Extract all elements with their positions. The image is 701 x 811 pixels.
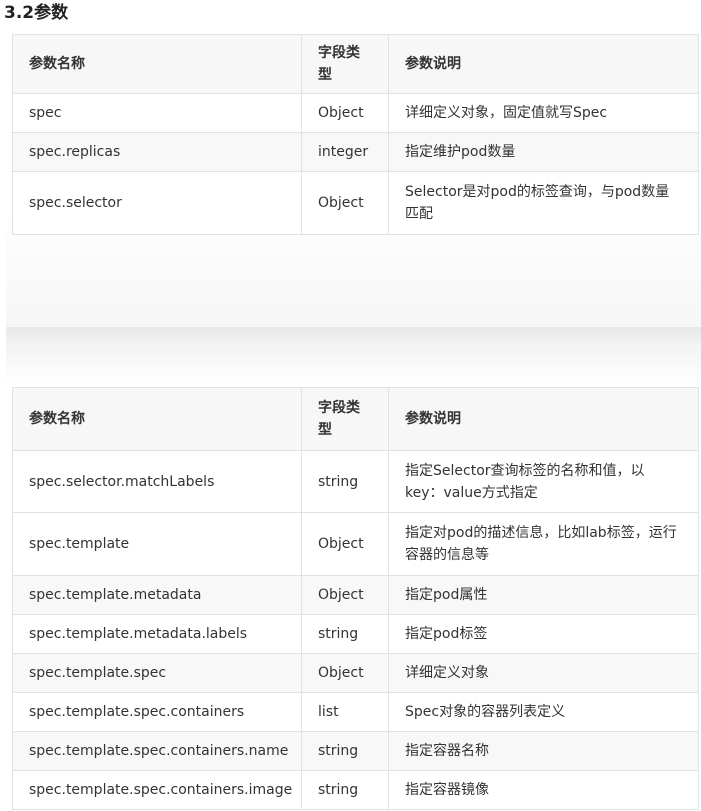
param-type-cell: Object [301, 575, 389, 615]
param-name-cell: spec.replicas [12, 132, 302, 172]
param-name-cell: spec.template.metadata.labels [12, 614, 302, 654]
table-row: spec.template.spec.containers.image stri… [12, 770, 699, 810]
params-table-1: 参数名称 字段类型 参数说明 spec Object 详细定义对象，固定值就写S… [12, 34, 699, 235]
param-name-cell: spec.template.spec.containers [12, 692, 302, 732]
table-row: spec.template.spec.containers list Spec对… [12, 692, 699, 732]
table-row: spec.template.metadata.labels string 指定p… [12, 614, 699, 654]
header-param-desc: 参数说明 [388, 34, 699, 94]
param-desc-cell: 指定容器镜像 [388, 770, 699, 810]
table-row: spec.replicas integer 指定维护pod数量 [12, 132, 699, 172]
param-desc-cell: 详细定义对象，固定值就写Spec [388, 93, 699, 133]
param-name-cell: spec.template.spec.containers.image [12, 770, 302, 810]
table-row: spec Object 详细定义对象，固定值就写Spec [12, 93, 699, 133]
table-header-row: 参数名称 字段类型 参数说明 [12, 34, 699, 94]
param-type-cell: Object [301, 93, 389, 133]
table-row: spec.template.metadata Object 指定pod属性 [12, 575, 699, 615]
param-type-cell: Object [301, 512, 389, 576]
params-table-2: 参数名称 字段类型 参数说明 spec.selector.matchLabels… [12, 387, 699, 810]
header-param-name: 参数名称 [12, 387, 302, 451]
param-type-cell: string [301, 731, 389, 771]
param-type-cell: string [301, 450, 389, 513]
param-name-cell: spec.template [12, 512, 302, 576]
table-row: spec.selector.matchLabels string 指定Selec… [12, 450, 699, 513]
param-type-cell: Object [301, 653, 389, 693]
header-param-name: 参数名称 [12, 34, 302, 94]
header-field-type: 字段类型 [301, 387, 389, 451]
param-type-cell: Object [301, 171, 389, 235]
param-type-cell: integer [301, 132, 389, 172]
param-name-cell: spec.template.spec.containers.name [12, 731, 302, 771]
param-desc-cell: 指定维护pod数量 [388, 132, 699, 172]
param-desc-cell: Spec对象的容器列表定义 [388, 692, 699, 732]
param-name-cell: spec.template.metadata [12, 575, 302, 615]
param-type-cell: list [301, 692, 389, 732]
header-param-desc: 参数说明 [388, 387, 699, 451]
param-desc-cell: Selector是对pod的标签查询，与pod数量匹配 [388, 171, 699, 235]
param-desc-cell: 指定对pod的描述信息，比如lab标签，运行容器的信息等 [388, 512, 699, 576]
param-desc-cell: 指定Selector查询标签的名称和值，以key：value方式指定 [388, 450, 699, 513]
table-row: spec.template.spec Object 详细定义对象 [12, 653, 699, 693]
param-name-cell: spec [12, 93, 302, 133]
param-name-cell: spec.selector [12, 171, 302, 235]
param-name-cell: spec.template.spec [12, 653, 302, 693]
table-row: spec.selector Object Selector是对pod的标签查询，… [12, 171, 699, 235]
page-title: 3.2参数 [4, 3, 69, 23]
param-desc-cell: 指定pod属性 [388, 575, 699, 615]
param-desc-cell: 详细定义对象 [388, 653, 699, 693]
header-field-type: 字段类型 [301, 34, 389, 94]
table-row: spec.template.spec.containers.name strin… [12, 731, 699, 771]
param-name-cell: spec.selector.matchLabels [12, 450, 302, 513]
param-desc-cell: 指定pod标签 [388, 614, 699, 654]
param-type-cell: string [301, 770, 389, 810]
table-header-row: 参数名称 字段类型 参数说明 [12, 387, 699, 451]
table-row: spec.template Object 指定对pod的描述信息，比如lab标签… [12, 512, 699, 576]
param-type-cell: string [301, 614, 389, 654]
param-desc-cell: 指定容器名称 [388, 731, 699, 771]
